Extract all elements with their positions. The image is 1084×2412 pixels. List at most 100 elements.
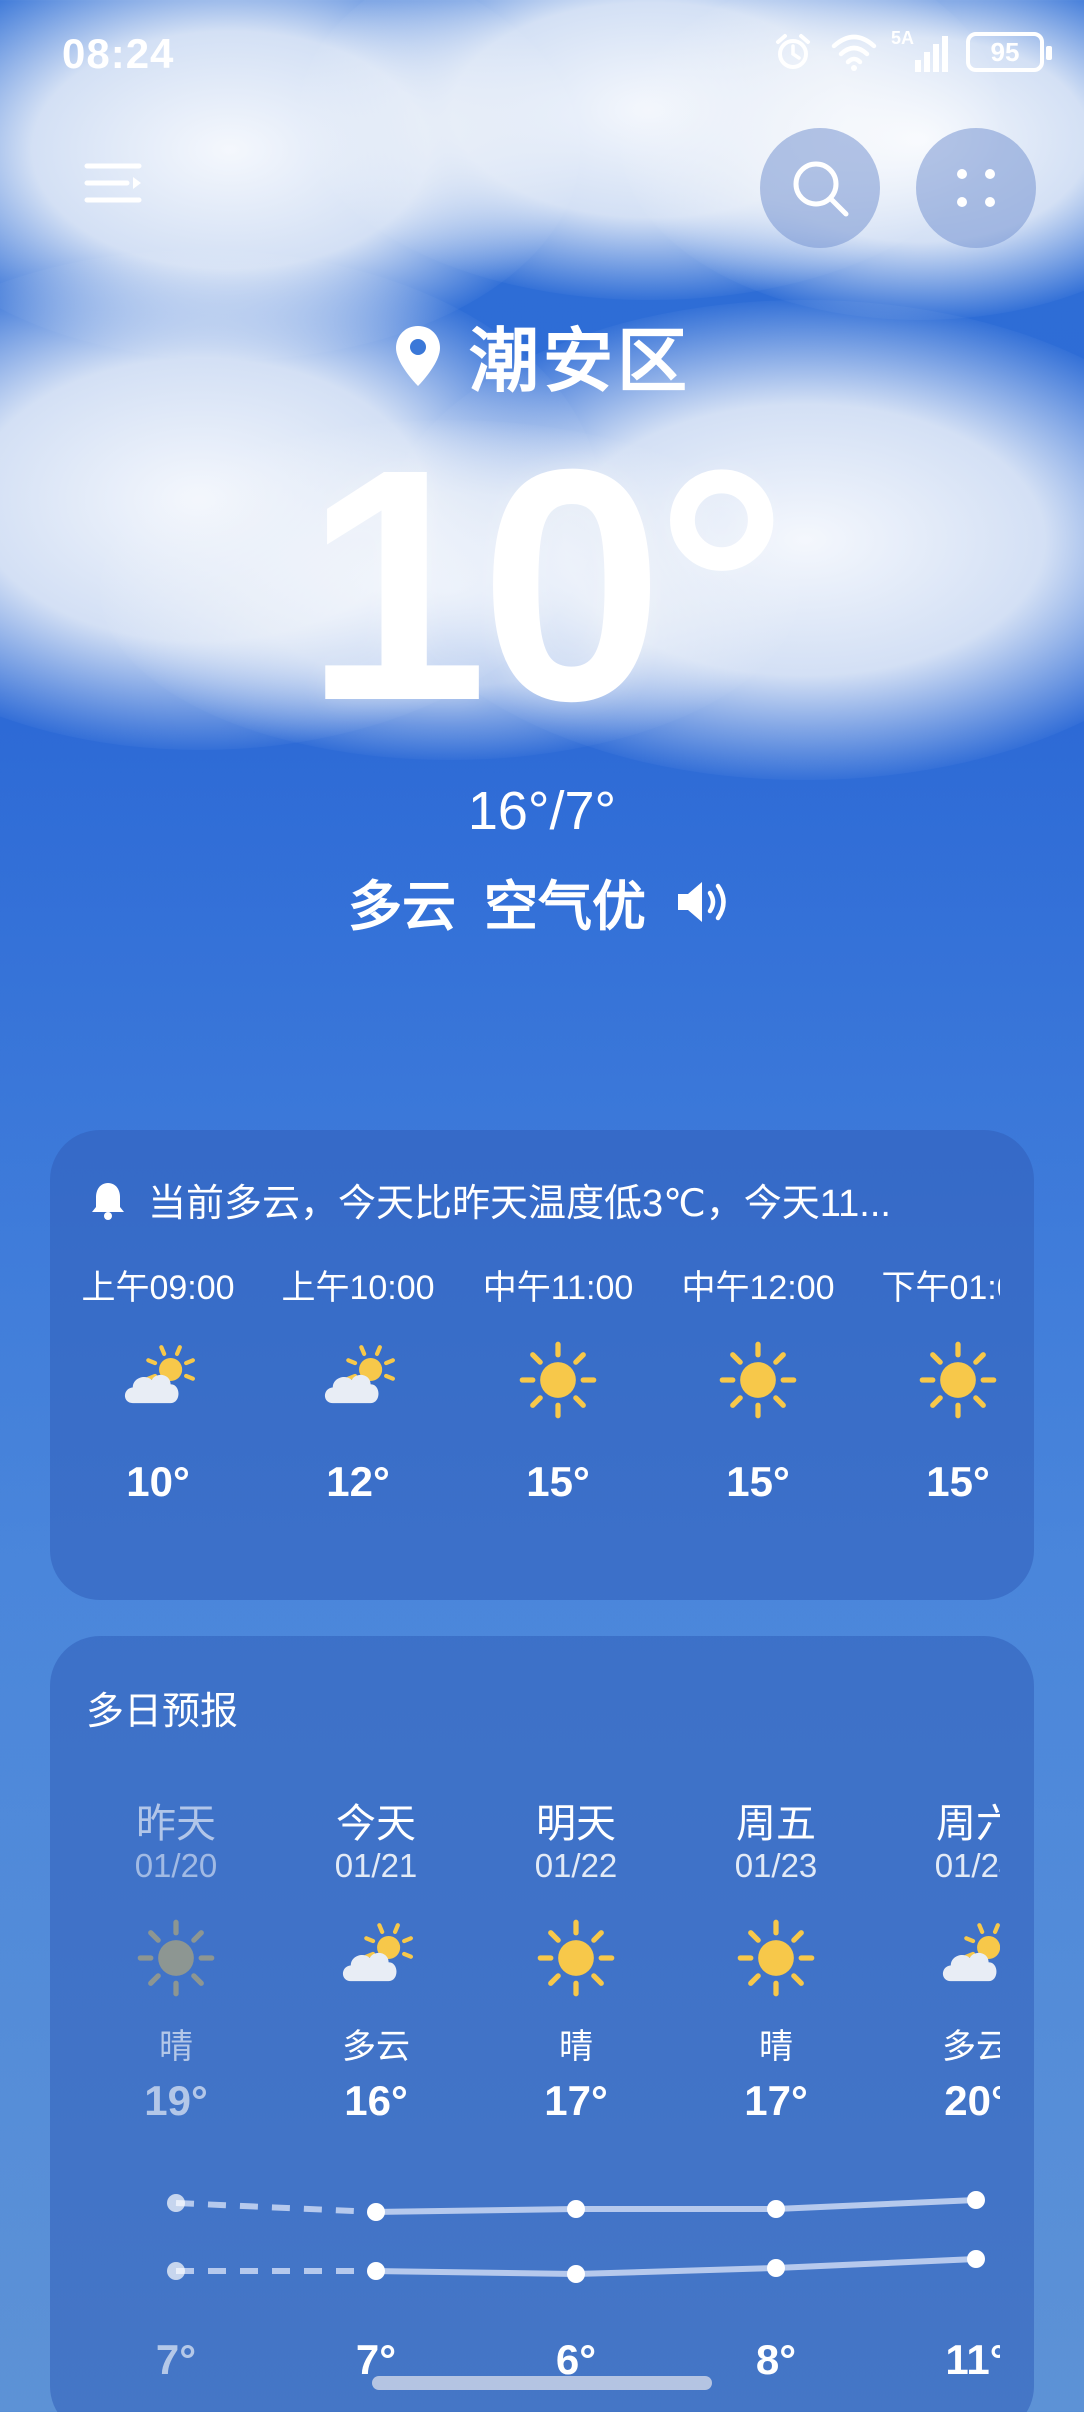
sun-icon [919,1341,997,1419]
search-button[interactable] [760,128,880,248]
high-temp-curve-segment [375,2206,577,2215]
hourly-list[interactable]: 上午09:00 10° 上午10:00 12° 中午11:00 15° 中午12… [50,1130,1000,1600]
hour-icon [58,1310,258,1450]
current-temperature: 10° [304,400,787,769]
alarm-icon [776,34,810,69]
hour-time: 中午11:00 [482,1269,634,1307]
low-temp-curve-segment [775,2256,977,2271]
high-temp-curve-point [167,2194,185,2212]
day-name: 明天 [536,1802,616,1846]
low-temp-curve-point [167,2262,185,2280]
more-options-button[interactable] [916,128,1036,248]
location-header[interactable]: 潮安区 [0,305,1084,406]
day-high-temp: 16° [344,2077,408,2124]
hour-temp: 15° [526,1458,590,1505]
condition-line: 多云 空气优 [0,862,1084,941]
wifi-icon [831,34,877,71]
status-icons: 5A 95 [773,28,1052,72]
day-high-temp: 20° [944,2077,1000,2124]
hour-icon [458,1310,658,1450]
daily-item: 周五 01/23 晴 17° [676,1791,876,2125]
hour-icon [258,1310,458,1450]
low-temp-curve-segment [375,2268,577,2277]
location-name: 潮安区 [469,322,691,400]
hour-temp: 10° [126,1458,190,1505]
day-date: 01/22 [534,1847,618,1884]
sun-icon [719,1341,797,1419]
menu-icon [84,163,142,203]
day-date: 01/24 [934,1847,1000,1884]
partly-cloudy-icon [942,1923,1000,1982]
speaker-icon[interactable] [674,877,736,927]
hourly-item: 下午01:00 15° [858,1260,1000,1506]
air-quality[interactable]: 空气优 [484,862,646,941]
day-date: 01/20 [134,1847,218,1884]
dots-grid-icon [957,169,995,207]
daily-item: 昨天 01/20 晴 19° [76,1791,276,2125]
hour-icon [658,1310,858,1450]
search-icon [793,161,849,217]
hour-time: 上午10:00 [281,1269,435,1307]
hour-temp: 12° [326,1458,390,1505]
day-icon [76,1903,276,2013]
day-icon [276,1903,476,2013]
high-temp-curve-segment [175,2200,377,2215]
hour-temp: 15° [726,1458,790,1505]
high-temp-curve-point [367,2203,385,2221]
hour-time: 下午01:00 [881,1269,1000,1307]
day-date: 01/21 [334,1847,418,1884]
status-bar: 08:24 5A 95 [0,0,1084,110]
day-name: 今天 [336,1802,416,1846]
hour-time: 中午12:00 [681,1269,835,1307]
hour-time: 上午09:00 [81,1269,235,1307]
day-low-temp: 7° [155,2336,197,2383]
hourly-item: 中午11:00 15° [458,1260,658,1506]
menu-button[interactable] [60,128,170,238]
daily-item: 周六 01/24 多云 20° [876,1791,1000,2125]
sun-icon [537,1919,615,1997]
low-temp-curve-point [767,2259,785,2277]
sun-icon [519,1341,597,1419]
day-name: 昨天 [136,1802,216,1846]
daily-item: 明天 01/22 晴 17° [476,1791,676,2125]
day-high-temp: 19° [144,2077,208,2124]
network-label: 5A [891,28,915,48]
location-pin-icon [396,325,440,386]
day-icon [476,1903,676,2013]
day-condition: 晴 [759,2028,793,2066]
hourly-item: 上午09:00 10° [58,1260,258,1506]
day-condition: 多云 [342,2028,410,2066]
partly-cloudy-icon [124,1345,196,1404]
high-temp-curve-point [567,2200,585,2218]
daily-forecast-card[interactable]: 多日预报 昨天 01/20 晴 19° 7° 今天 01/21 多云 16° 7° … [50,1636,1034,2412]
current-condition: 多云 [348,877,456,937]
day-condition: 晴 [159,2028,193,2066]
battery-indicator: 95 [966,32,1052,72]
partly-cloudy-icon [324,1345,396,1404]
daily-list[interactable]: 昨天 01/20 晴 19° 7° 今天 01/21 多云 16° 7° 明天 01… [50,1636,1000,2412]
low-temp-curve-point [567,2265,585,2283]
hourly-item: 上午10:00 12° [258,1260,458,1506]
high-temp-curve-point [767,2200,785,2218]
high-low-temperature: 16°/7° [467,781,617,841]
day-low-temp: 11° [945,2336,1000,2383]
status-time: 08:24 [62,30,175,77]
partly-cloudy-icon [342,1923,414,1982]
signal-indicator: 5A [891,28,948,72]
day-condition: 晴 [559,2028,593,2066]
high-temp-curve-segment [775,2197,977,2212]
day-date: 01/23 [734,1847,818,1884]
day-high-temp: 17° [744,2077,808,2124]
home-indicator[interactable] [372,2376,712,2390]
hour-temp: 15° [926,1458,990,1505]
hourly-forecast-card[interactable]: 当前多云，今天比昨天温度低3℃，今天11... 上午09:00 10° 上午10… [50,1130,1034,1600]
hour-icon [858,1310,1000,1450]
daily-item: 今天 01/21 多云 16° [276,1791,476,2125]
day-high-temp: 17° [544,2077,608,2124]
low-temp-curve-point [367,2262,385,2280]
sun-icon [737,1919,815,1997]
day-name: 周五 [736,1802,816,1846]
day-icon [876,1903,1000,2013]
hourly-item: 中午12:00 15° [658,1260,858,1506]
sun-icon [137,1919,215,1997]
